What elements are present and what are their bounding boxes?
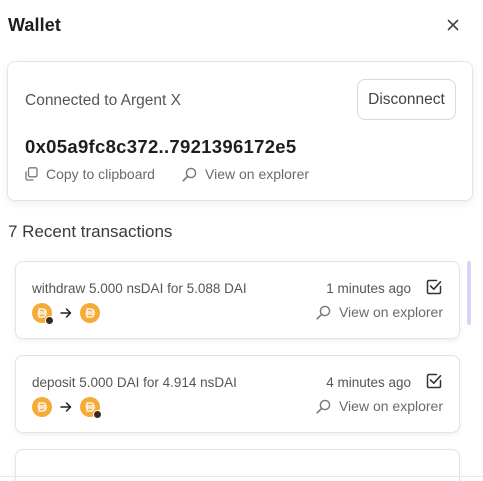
arrow-right-icon <box>60 402 72 412</box>
view-label: View on explorer <box>338 398 443 414</box>
nsdai-token-icon <box>32 303 54 325</box>
view-label: View on explorer <box>205 166 310 182</box>
transaction-item[interactable]: deposit 5.000 DAI for 4.914 nsDAI 4 minu… <box>15 355 460 433</box>
page-title: Wallet <box>8 15 61 35</box>
scrollbar-thumb[interactable] <box>467 261 471 325</box>
divider <box>0 476 483 477</box>
transaction-description: withdraw 5.000 nsDAI for 5.088 DAI <box>32 281 247 296</box>
copy-icon <box>25 167 38 181</box>
recent-transactions-heading: 7 Recent transactions <box>8 222 173 241</box>
copy-label: Copy to clipboard <box>46 166 155 182</box>
token-swap <box>32 397 102 419</box>
close-button[interactable] <box>442 14 464 36</box>
token-swap <box>32 303 100 325</box>
nsdai-token-icon <box>80 397 102 419</box>
transaction-description: deposit 5.000 DAI for 4.914 nsDAI <box>32 375 237 390</box>
view-label: View on explorer <box>338 304 443 320</box>
close-icon[interactable] <box>447 19 459 31</box>
transaction-time: 1 minutes ago <box>326 281 411 296</box>
checkbox-checked-icon <box>426 279 442 295</box>
connected-status: Connected to Argent X <box>25 92 181 109</box>
dai-token-icon <box>32 397 52 417</box>
search-icon <box>316 399 331 414</box>
search-icon <box>182 167 197 182</box>
transaction-view-on-explorer-link[interactable]: View on explorer <box>316 398 443 414</box>
checkbox-checked-icon <box>426 373 442 389</box>
transaction-time: 4 minutes ago <box>326 375 411 390</box>
copy-to-clipboard-link[interactable]: Copy to clipboard <box>25 166 155 182</box>
view-on-explorer-link[interactable]: View on explorer <box>182 166 309 182</box>
transaction-view-on-explorer-link[interactable]: View on explorer <box>316 304 443 320</box>
transaction-item[interactable]: withdraw 5.000 nsDAI for 5.088 DAI 1 min… <box>15 261 460 339</box>
disconnect-button[interactable]: Disconnect <box>357 79 456 120</box>
dai-token-icon <box>80 303 100 323</box>
wallet-address: 0x05a9fc8c372..7921396172e5 <box>25 136 297 157</box>
account-card: Connected to Argent X Disconnect 0x05a9f… <box>7 61 473 201</box>
arrow-right-icon <box>60 308 72 318</box>
search-icon <box>316 305 331 320</box>
